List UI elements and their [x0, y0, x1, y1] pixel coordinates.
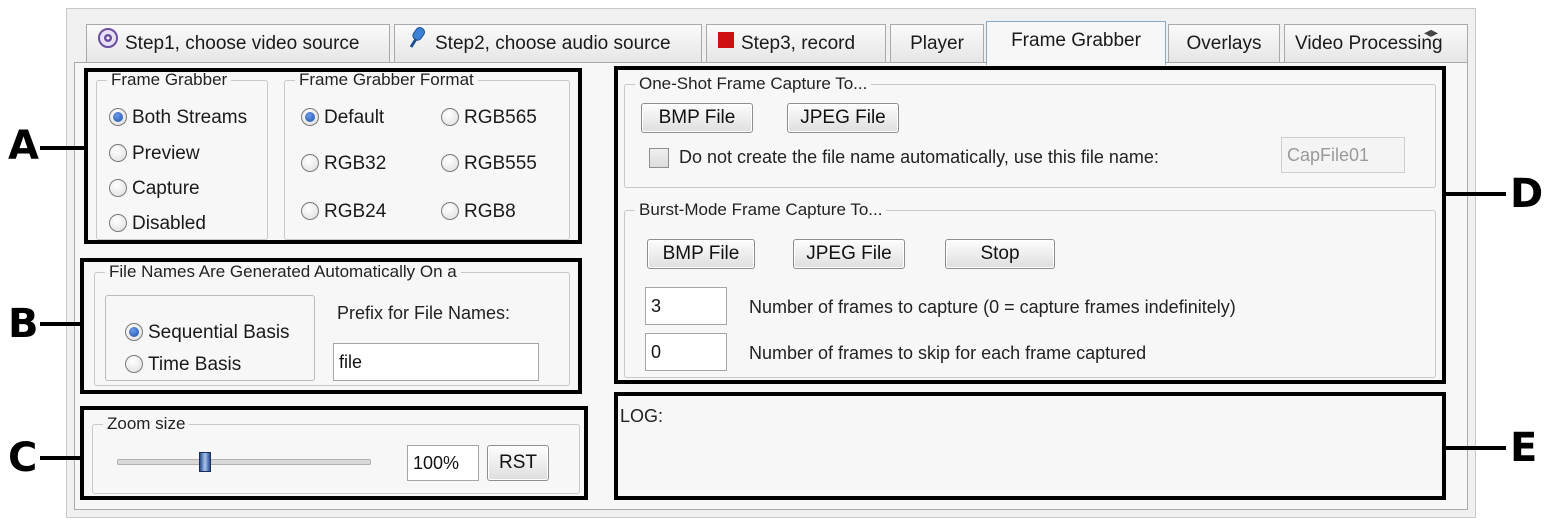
callout-line-e [1444, 446, 1506, 450]
callout-line-b [40, 322, 82, 326]
chevron-right-icon[interactable]: ▸ [1431, 24, 1438, 40]
tab-scroll-arrows[interactable]: ◂▸ [1424, 24, 1438, 41]
highlight-box-c [80, 406, 588, 500]
tab-label: Frame Grabber [1011, 30, 1141, 51]
microphone-icon [405, 25, 429, 62]
record-stop-icon [717, 25, 735, 62]
tab-record[interactable]: Step3, record [706, 24, 886, 62]
callout-line-a [40, 146, 86, 150]
tab-label: Overlays [1186, 33, 1262, 54]
highlight-box-d [614, 66, 1446, 384]
chevron-left-icon[interactable]: ◂ [1424, 24, 1431, 40]
tab-label: Step1, choose video source [125, 33, 360, 55]
highlight-box-b [80, 258, 582, 394]
tab-label: Video Processing [1295, 33, 1443, 54]
highlight-box-e [614, 392, 1446, 500]
tab-label: Step2, choose audio source [435, 33, 671, 55]
webcam-icon [97, 25, 119, 62]
tab-overlays[interactable]: Overlays [1168, 24, 1280, 62]
callout-a: A [8, 123, 39, 169]
tab-player[interactable]: Player [890, 24, 984, 62]
callout-line-c [40, 456, 82, 460]
callout-c: C [8, 435, 38, 481]
callout-b: B [8, 301, 39, 347]
tab-label: Player [910, 33, 964, 54]
callout-e: E [1510, 425, 1538, 471]
callout-line-d [1444, 192, 1506, 196]
callout-d: D [1510, 171, 1544, 217]
tab-label: Step3, record [741, 33, 856, 55]
tab-video-source[interactable]: Step1, choose video source [86, 24, 390, 62]
tab-audio-source[interactable]: Step2, choose audio source [394, 24, 702, 62]
tab-video-processing[interactable]: Video Processing [1284, 24, 1468, 62]
tab-frame-grabber[interactable]: Frame Grabber [986, 21, 1166, 65]
highlight-box-a [84, 68, 582, 244]
